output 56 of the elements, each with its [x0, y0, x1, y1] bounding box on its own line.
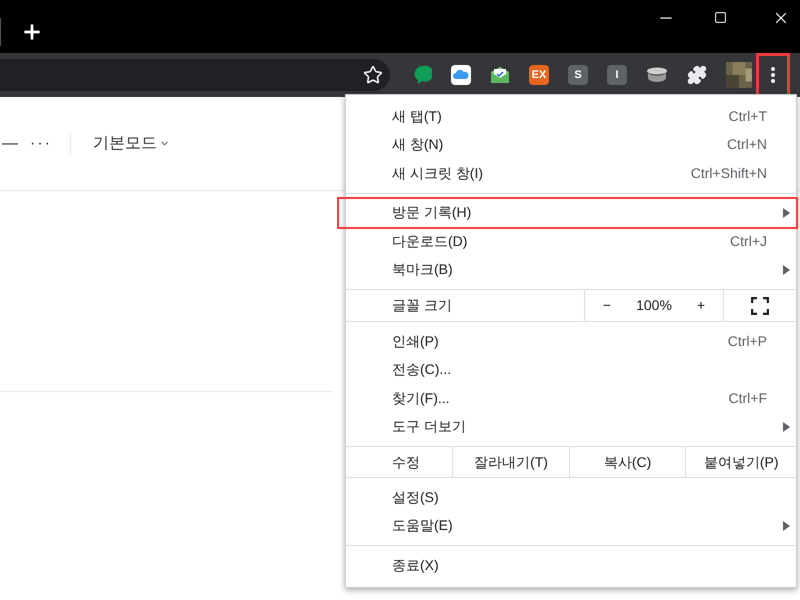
menu-label: 찾기(F)...	[392, 388, 450, 408]
edit-action-button[interactable]: 복사(C)	[568, 447, 686, 477]
extension-badge[interactable]: I	[607, 65, 627, 85]
zoom-out-button[interactable]: −	[585, 295, 629, 316]
bookmark-star-icon[interactable]	[363, 65, 383, 85]
cloud-icon[interactable]	[451, 65, 471, 85]
menu-label: 도구 더보기	[392, 417, 466, 436]
menu-label: 설정(S)	[392, 488, 439, 507]
more-button[interactable]: ···	[30, 132, 52, 156]
shortcut-text: Ctrl+Shift+N	[690, 164, 767, 183]
menu-label: 종료(X)	[392, 556, 439, 575]
shortcut-text: Ctrl+J	[730, 232, 767, 251]
menu-item[interactable]: 인쇄(P) Ctrl+P	[346, 327, 796, 356]
mode-dropdown[interactable]: 기본모드	[92, 132, 170, 156]
edit-action-button[interactable]: 잘라내기(T)	[452, 447, 569, 477]
menu-label: 방문 기록(H)	[392, 203, 472, 222]
edit-label: 수정	[391, 452, 421, 472]
menu-label: 도움말(E)	[392, 516, 453, 536]
menu-item[interactable]: 북마크(B)	[346, 256, 796, 284]
shortcut-text: Ctrl+T	[728, 106, 767, 126]
menu-label: 북마크(B)	[392, 260, 453, 280]
menu-item[interactable]: 새 시크릿 창(I) Ctrl+Shift+N	[346, 159, 796, 188]
menu-label: 새 창(N)	[392, 135, 444, 154]
menu-item[interactable]: 다운로드(D) Ctrl+J	[346, 227, 796, 256]
chat-bubble-icon[interactable]	[414, 65, 432, 85]
zoom-level: 100%	[635, 296, 673, 315]
edit-action-button[interactable]: 붙여넣기(P)	[685, 447, 796, 477]
font-size-label: 글꼴 크기	[391, 296, 453, 315]
menu-item[interactable]: 종료(X)	[346, 551, 796, 580]
menu-label: 전송(C)...	[392, 360, 452, 380]
menu-item[interactable]: 전송(C)...	[346, 356, 796, 384]
menu-item[interactable]: 방문 기록(H)	[339, 198, 796, 227]
maximize-icon[interactable]	[714, 11, 727, 24]
bowl-icon[interactable]	[646, 67, 668, 83]
extension-badge[interactable]: S	[568, 65, 588, 85]
pixelated-avatar-icon[interactable]	[726, 62, 752, 88]
menu-item[interactable]: 도움말(E)	[346, 512, 796, 540]
menu-label: 새 탭(T)	[392, 106, 442, 126]
menu-item[interactable]: 새 탭(T) Ctrl+T	[346, 102, 796, 130]
menu-item[interactable]: 찾기(F)... Ctrl+F	[346, 384, 796, 412]
menu-item[interactable]: 도구 더보기	[346, 412, 796, 441]
kebab-menu-icon	[771, 67, 775, 83]
menu-button[interactable]	[756, 53, 790, 97]
dash-text: —	[2, 134, 18, 154]
menu-label: 새 시크릿 창(I)	[392, 164, 483, 183]
puzzle-icon[interactable]	[687, 65, 707, 85]
shortcut-text: Ctrl+P	[728, 332, 767, 351]
envelope-icon[interactable]	[490, 66, 510, 84]
menu-label: 인쇄(P)	[392, 332, 439, 351]
zoom-in-button[interactable]: +	[679, 295, 723, 316]
menu-item[interactable]: 새 창(N) Ctrl+N	[346, 130, 796, 159]
fullscreen-icon[interactable]	[751, 296, 769, 314]
menu-item[interactable]: 설정(S)	[346, 483, 796, 512]
shortcut-text: Ctrl+F	[728, 388, 767, 408]
menu-label: 다운로드(D)	[392, 232, 468, 251]
shortcut-text: Ctrl+N	[726, 135, 767, 154]
